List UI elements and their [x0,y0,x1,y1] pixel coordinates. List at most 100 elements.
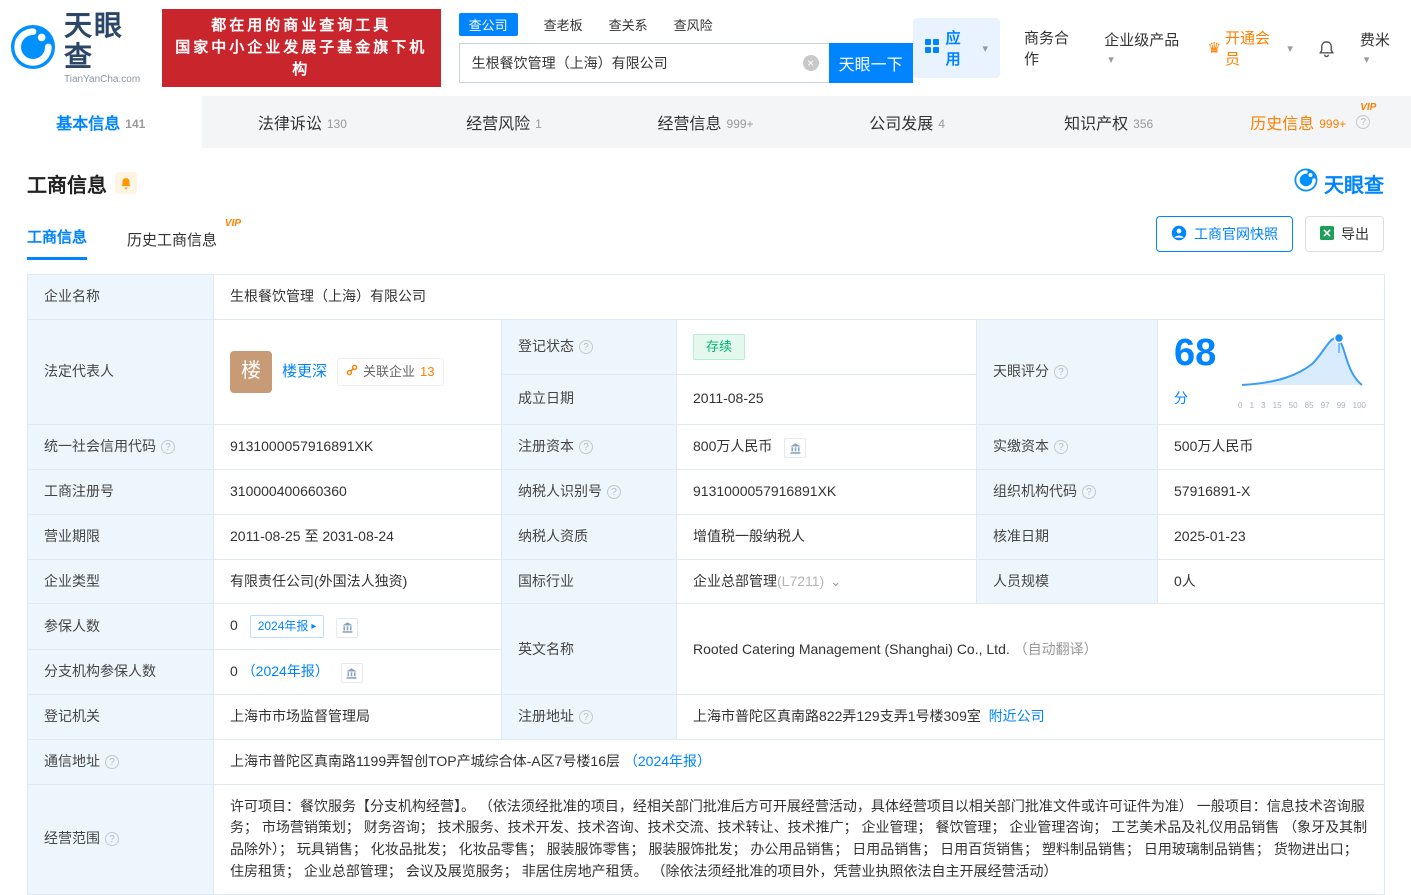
tab-company-development-count: 4 [938,116,945,131]
search-button[interactable]: 天眼一下 [828,43,913,83]
legal-rep-name[interactable]: 楼更深 [282,360,327,383]
tab-history-info[interactable]: VIP 历史信息 999+ [1209,96,1411,148]
search-tab-company[interactable]: 查公司 [458,13,518,36]
branch-institution-icon[interactable] [340,663,363,684]
taxpayer-id-help-icon[interactable] [607,485,621,500]
tab-basic-info[interactable]: 基本信息 141 [0,96,202,148]
tab-basic-info-label: 基本信息 [56,116,121,133]
tab-history-info-label: 历史信息 [1250,116,1315,133]
search-tab-boss[interactable]: 查老板 [544,15,583,34]
credit-code-help-icon[interactable] [161,440,175,455]
official-snapshot-button[interactable]: 工商官网快照 [1156,216,1293,252]
menu-apps[interactable]: 应用 [912,18,1000,78]
section-header: 工商信息 天眼查 [0,168,1411,198]
branch-annual-report-link[interactable]: （2024年报） [242,663,329,679]
nearby-companies-link[interactable]: 附近公司 [989,708,1045,724]
company-type-value: 有限责任公司(外国法人独资) [213,558,502,605]
official-snapshot-label: 工商官网快照 [1194,226,1278,242]
subtab-history-registration[interactable]: VIP 历史工商信息 [127,218,241,260]
reg-address-cell: 上海市普陀区真南路822弄129支弄1号楼309室 附近公司 [675,694,1386,741]
score-label: 天眼评分 [976,318,1158,425]
legal-rep-label: 法定代表人 [27,318,214,425]
reg-status-label-text: 登记状态 [518,337,574,354]
postal-annual-report-link[interactable]: （2024年报） [624,753,711,769]
tianyancha-logo[interactable]: 天眼查 TianYanCha.com [10,10,148,85]
search-tab-relation[interactable]: 查关系 [609,15,648,34]
credit-code-label-text: 统一社会信用代码 [44,438,156,455]
subscribe-bell-icon[interactable] [115,172,137,194]
insured-institution-icon[interactable] [336,617,359,638]
reg-capital-value: 800万人民币 [693,437,773,454]
tab-legal-count: 130 [326,116,347,131]
branch-insured-value: 0 [230,662,238,679]
tianyancha-logo-icon [10,24,56,73]
reg-capital-label: 注册资本 [501,423,677,471]
business-scope-label: 经营范围 [27,783,214,895]
capital-institution-icon[interactable] [784,438,807,459]
tab-business-info-count: 999+ [726,116,754,131]
tab-company-development[interactable]: 公司发展 4 [806,96,1008,148]
company-nav-tabs: 基本信息 141 法律诉讼 130 经营风险 1 经营信息 999+ 公司发展 … [0,96,1411,148]
promo-line-1: 都在用的商业查询工具 [211,17,392,35]
reg-status-help-icon[interactable] [579,339,593,354]
credit-code-label: 统一社会信用代码 [27,423,214,471]
org-code-help-icon[interactable] [1082,485,1096,500]
related-companies-text: 关联企业 [363,363,416,379]
reg-capital-help-icon[interactable] [579,440,593,455]
subtab-business-registration[interactable]: 工商信息 [27,226,88,260]
export-label: 导出 [1341,226,1369,242]
org-code-value: 57916891-X [1156,469,1386,515]
user-menu[interactable]: 费米 [1360,29,1397,67]
menu-cooperation[interactable]: 商务合作 [1024,27,1080,69]
postal-address-help-icon[interactable] [105,755,119,770]
reg-address-label-text: 注册地址 [518,708,574,725]
reg-status-label: 登记状态 [501,318,677,375]
related-companies-link[interactable]: 关联企业 13 [337,357,444,386]
postal-address-label-text: 通信地址 [44,753,100,770]
apps-grid-icon [924,39,939,57]
business-scope-help-icon[interactable] [105,832,119,847]
industry-value: 企业总部管理 [693,572,777,589]
search-tab-risk[interactable]: 查风险 [674,15,713,34]
search-tabs: 查公司 查老板 查关系 查风险 [458,13,913,36]
menu-enterprise-products[interactable]: 企业级产品 [1104,29,1183,67]
score-axis-ticks: 0 1 3 15 50 85 97 99 100 [1238,401,1367,411]
user-name: 费米 [1359,32,1390,49]
score-chart: 0 1 3 15 50 85 97 99 100 [1238,331,1368,413]
industry-cell[interactable]: 企业总部管理(L7211) [676,558,977,605]
taxpayer-quality-value: 增值税一般纳税人 [676,513,977,560]
reg-authority-label: 登记机关 [27,694,214,741]
reg-address-help-icon[interactable] [579,710,593,725]
reg-number-label: 工商注册号 [27,469,214,515]
promo-line-2: 国家中小企业发展子基金旗下机构 [175,39,428,78]
tab-basic-info-count: 141 [125,116,146,131]
search-input[interactable] [458,43,829,83]
crown-icon: ♛ [1207,40,1222,57]
tab-operation-risk[interactable]: 经营风险 1 [403,96,605,148]
history-help-icon[interactable] [1356,115,1371,129]
tab-intellectual-property[interactable]: 知识产权 356 [1008,96,1210,148]
tab-business-info[interactable]: 经营信息 999+ [605,96,807,148]
export-button[interactable]: 导出 [1305,216,1384,252]
score-value[interactable]: 68 分 [1174,334,1224,410]
score-unit: 分 [1174,389,1188,406]
table-row: 法定代表人 楼 楼更深 关联企业 13 登记状态 存续 [27,318,1386,425]
tab-operation-risk-label: 经营风险 [466,116,531,133]
score-help-icon[interactable] [1054,364,1068,379]
clear-search-icon[interactable] [802,55,819,71]
english-name-label: 英文名称 [501,603,677,696]
related-companies-count: 13 [420,363,435,379]
paid-capital-help-icon[interactable] [1054,440,1068,455]
company-name-label: 企业名称 [27,274,214,320]
notification-bell-icon[interactable] [1317,39,1336,58]
staff-size-label: 人员规模 [976,558,1158,605]
tab-legal[interactable]: 法律诉讼 130 [202,96,404,148]
english-name-cell: Rooted Catering Management (Shanghai) Co… [675,603,1386,696]
insured-annual-report-link[interactable]: 2024年报 [249,615,325,638]
english-name-value: Rooted Catering Management (Shanghai) Co… [693,640,1010,657]
excel-icon [1320,225,1334,243]
tab-company-development-label: 公司发展 [869,116,934,133]
legal-rep-avatar[interactable]: 楼 [230,350,272,393]
approve-date-value: 2025-01-23 [1156,513,1386,560]
menu-open-vip[interactable]: ♛ 开通会员 [1208,27,1293,69]
